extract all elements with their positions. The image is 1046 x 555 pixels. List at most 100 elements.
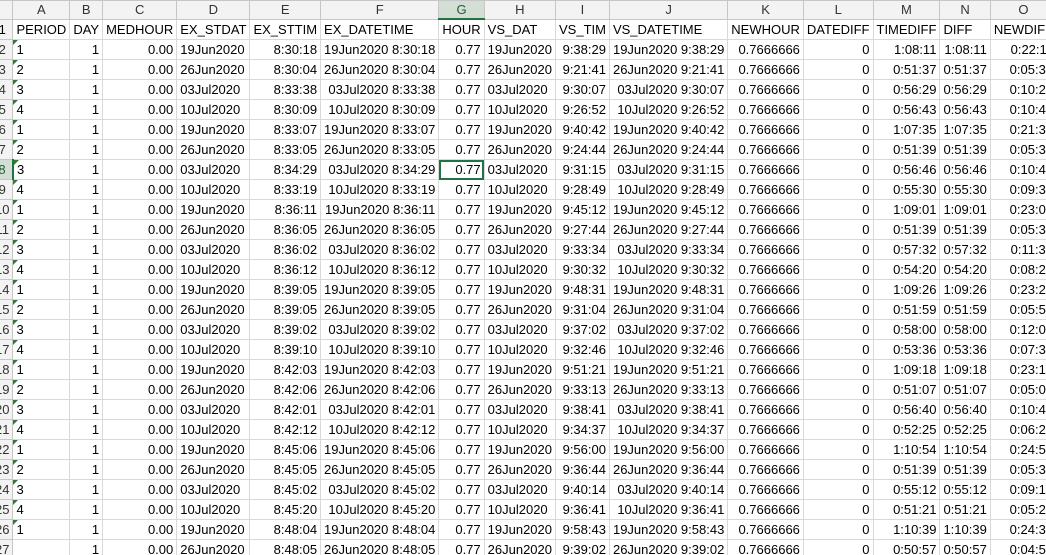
cell[interactable]: 0:56:43 — [872, 99, 941, 120]
cell[interactable]: 0.77 — [438, 199, 485, 220]
cell[interactable]: 26Jun2020 — [483, 139, 557, 160]
cell[interactable]: 1:10:39 — [872, 519, 941, 540]
cell[interactable]: 0:51:21 — [872, 499, 941, 520]
cell[interactable]: 0:52:25 — [939, 419, 991, 440]
cell[interactable]: 0:12:00 — [989, 319, 1046, 340]
cell[interactable]: 0.7666666 — [727, 419, 804, 440]
cell[interactable]: 10Jul2020 9:28:49 — [608, 179, 729, 200]
row-header[interactable]: 1 — [0, 18, 14, 40]
cell[interactable]: 2 — [12, 219, 71, 240]
cell[interactable]: 26Jun2020 — [176, 59, 251, 80]
cell[interactable]: 0 — [802, 279, 874, 300]
cell[interactable]: 0:53:36 — [872, 339, 941, 360]
cell[interactable]: 19Jun2020 — [176, 279, 251, 300]
cell[interactable]: 19Jun2020 — [483, 119, 557, 140]
cell[interactable]: 0.77 — [438, 539, 485, 555]
row-header[interactable]: 3 — [0, 59, 14, 80]
cell[interactable]: 9:36:41 — [555, 499, 610, 520]
row-header[interactable]: 13 — [0, 259, 14, 280]
cell[interactable]: 3 — [12, 159, 71, 180]
cell[interactable]: 03Jul2020 8:39:02 — [320, 319, 440, 340]
row-header[interactable]: 16 — [0, 319, 14, 340]
cell[interactable]: 0.77 — [438, 79, 485, 100]
cell[interactable]: 19Jun2020 — [176, 359, 251, 380]
cell[interactable]: 9:51:21 — [555, 359, 610, 380]
cell[interactable]: 26Jun2020 — [483, 59, 557, 80]
cell[interactable]: 0.00 — [102, 379, 178, 400]
cell[interactable]: 10Jul2020 — [483, 259, 557, 280]
cell[interactable]: 8:45:20 — [249, 499, 322, 520]
cell[interactable]: 19Jun2020 — [176, 439, 251, 460]
cell[interactable]: 0.77 — [438, 359, 485, 380]
row-header[interactable]: 24 — [0, 479, 14, 500]
cell[interactable]: 26Jun2020 9:39:02 — [608, 539, 729, 555]
cell[interactable]: 1 — [69, 219, 104, 240]
cell[interactable]: 0 — [802, 299, 874, 320]
cell[interactable]: 10Jul2020 9:36:41 — [608, 499, 729, 520]
cell[interactable]: 0:56:40 — [939, 399, 991, 420]
header-cell[interactable]: VS_DATETIME — [608, 18, 729, 40]
cell[interactable]: 0.77 — [438, 219, 485, 240]
cell[interactable]: 0:05:21 — [989, 499, 1046, 520]
cell[interactable]: 0:56:29 — [939, 79, 991, 100]
cell[interactable]: 0:55:30 — [872, 179, 941, 200]
cell[interactable]: 8:39:10 — [249, 339, 322, 360]
cell[interactable]: 8:39:05 — [249, 279, 322, 300]
cell[interactable]: 2 — [12, 139, 71, 160]
cell[interactable]: 26Jun2020 9:27:44 — [608, 219, 729, 240]
cell[interactable]: 0 — [802, 99, 874, 120]
row-header[interactable]: 5 — [0, 99, 14, 120]
cell[interactable]: 1 — [69, 339, 104, 360]
cell[interactable]: 1:09:01 — [939, 199, 991, 220]
cell[interactable]: 19Jun2020 8:42:03 — [320, 359, 440, 380]
cell[interactable]: 0:57:32 — [939, 239, 991, 260]
cell[interactable]: 9:33:34 — [555, 239, 610, 260]
cell[interactable]: 03Jul2020 — [483, 79, 557, 100]
cell[interactable]: 0:05:37 — [989, 59, 1046, 80]
cell[interactable]: 0:10:29 — [989, 79, 1046, 100]
cell[interactable]: 0.00 — [102, 219, 178, 240]
cell[interactable]: 0:58:00 — [872, 319, 941, 340]
cell[interactable]: 0:58:00 — [939, 319, 991, 340]
cell[interactable]: 0.7666666 — [727, 379, 804, 400]
cell[interactable]: 1 — [69, 479, 104, 500]
cell[interactable]: 8:48:04 — [249, 519, 322, 540]
cell[interactable]: 0.00 — [102, 439, 178, 460]
cell[interactable]: 0.7666666 — [727, 159, 804, 180]
cell[interactable]: 1:09:18 — [939, 359, 991, 380]
cell[interactable]: 8:42:12 — [249, 419, 322, 440]
cell[interactable]: 8:45:05 — [249, 459, 322, 480]
cell[interactable]: 0.00 — [102, 339, 178, 360]
cell[interactable]: 0.00 — [102, 319, 178, 340]
cell[interactable]: 0.7666666 — [727, 119, 804, 140]
cell[interactable]: 0:50:57 — [872, 539, 941, 555]
column-header-c[interactable]: C — [102, 0, 178, 20]
cell[interactable]: 19Jun2020 9:48:31 — [608, 279, 729, 300]
cell[interactable]: 0:56:40 — [872, 399, 941, 420]
cell[interactable]: 1 — [69, 299, 104, 320]
cell[interactable]: 3 — [12, 399, 71, 420]
cell[interactable]: 0 — [802, 519, 874, 540]
cell[interactable]: 10Jul2020 9:30:32 — [608, 259, 729, 280]
cell[interactable]: 8:36:12 — [249, 259, 322, 280]
cell[interactable]: 0 — [802, 79, 874, 100]
cell[interactable]: 26Jun2020 — [176, 139, 251, 160]
cell[interactable]: 26Jun2020 — [176, 379, 251, 400]
cell[interactable]: 0 — [802, 439, 874, 460]
cell[interactable]: 1 — [69, 519, 104, 540]
cell[interactable]: 03Jul2020 — [483, 479, 557, 500]
cell[interactable]: 0.00 — [102, 299, 178, 320]
cell[interactable]: 0.00 — [102, 399, 178, 420]
header-cell[interactable]: DATEDIFF — [802, 18, 874, 40]
row-header[interactable]: 6 — [0, 119, 14, 140]
row-header[interactable]: 26 — [0, 519, 14, 540]
cell[interactable]: 9:21:41 — [555, 59, 610, 80]
cell[interactable]: 0.7666666 — [727, 59, 804, 80]
cell[interactable]: 0:11:32 — [989, 239, 1046, 260]
cell[interactable]: 03Jul2020 9:40:14 — [608, 479, 729, 500]
cell[interactable]: 0.00 — [102, 479, 178, 500]
cell[interactable]: 1 — [69, 499, 104, 520]
cell[interactable]: 26Jun2020 — [483, 299, 557, 320]
cell[interactable]: 4 — [12, 339, 71, 360]
cell[interactable]: 1 — [69, 159, 104, 180]
